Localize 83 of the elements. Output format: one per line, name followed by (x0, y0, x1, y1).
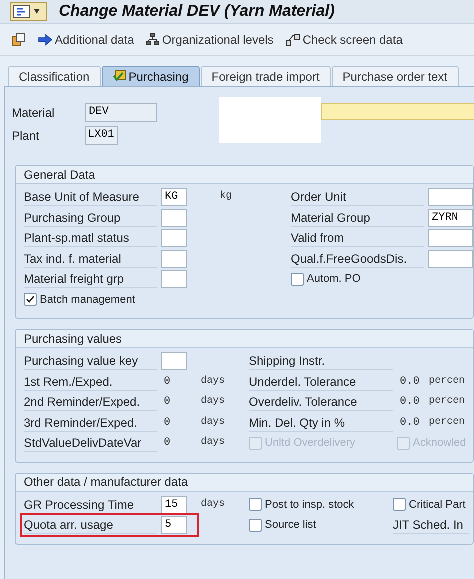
field-label: JIT Sched. In (393, 516, 469, 534)
description-field[interactable] (321, 103, 474, 120)
field-label: 1st Rem./Exped. (24, 372, 157, 391)
unit-text: days (200, 498, 226, 512)
hierarchy-icon (146, 32, 160, 46)
checkbox-label: Batch management (40, 292, 136, 308)
field-label: GR Processing Time (24, 496, 157, 514)
checkbox[interactable] (249, 518, 262, 532)
unit-text: days (200, 394, 226, 410)
input-field[interactable] (428, 229, 473, 248)
field-value: 0 (163, 436, 172, 452)
unit-text: kg (219, 190, 234, 204)
field-label: Min. Del. Qty in % (249, 414, 393, 432)
field-label: 2nd Reminder/Exped. (24, 393, 157, 412)
input-field[interactable] (161, 229, 187, 248)
unit-text: percen (428, 395, 466, 410)
checkbox-label: Post to insp. stock (265, 498, 354, 512)
field-label: Material (12, 104, 56, 122)
field-label: Plant (12, 128, 40, 144)
section-title: Purchasing values (24, 330, 122, 348)
toolbar-button[interactable]: Check screen data (286, 30, 403, 48)
checkbox-label: Critical Part (409, 498, 466, 512)
section-title: General Data (24, 166, 96, 184)
checkmark-icon (26, 295, 35, 304)
menu-button[interactable] (10, 2, 47, 21)
unit-text: percen (428, 416, 466, 430)
field-label: Base Unit of Measure (24, 188, 157, 206)
field-label: Purchasing value key (24, 352, 157, 370)
input-field[interactable]: 15 (161, 496, 187, 514)
field-label: 3rd Reminder/Exped. (24, 414, 157, 432)
input-field[interactable] (428, 188, 473, 206)
input-field[interactable] (428, 250, 473, 268)
checkbox[interactable] (24, 293, 37, 306)
field-label: Plant-sp.matl status (24, 229, 157, 248)
tab[interactable]: Purchase order text (332, 66, 459, 86)
unit-text: days (200, 436, 226, 450)
field-label: StdValueDelivDateVar (24, 434, 157, 452)
field-value: 0 (163, 416, 172, 431)
field-label: Material freight grp (24, 270, 157, 288)
field-value: 0.0 (399, 416, 421, 431)
field-label: Valid from (291, 229, 424, 248)
field-label: Quota arr. usage (24, 516, 157, 534)
tab[interactable]: Purchasing (102, 66, 200, 86)
window-title: Change Material DEV (Yarn Material) (59, 2, 335, 22)
checkbox[interactable] (249, 498, 262, 512)
input-field[interactable] (161, 352, 187, 370)
tab[interactable]: Foreign trade import (200, 66, 331, 86)
tab[interactable]: Classification (8, 66, 101, 86)
field-label: Shipping Instr. (249, 352, 393, 370)
field-label: Material Group (291, 208, 424, 227)
field-label: Underdel. Tolerance (249, 372, 393, 391)
input-field: LX01 (85, 126, 118, 145)
unit-text: days (200, 374, 226, 389)
checkbox[interactable] (291, 272, 304, 286)
toolbar-button[interactable]: Additional data (38, 30, 134, 48)
input-field[interactable]: KG (161, 188, 187, 206)
field-label: Order Unit (291, 188, 424, 206)
field-label: Tax ind. f. material (24, 250, 157, 268)
input-field[interactable] (161, 250, 187, 268)
checkbox[interactable] (393, 498, 406, 512)
input-field[interactable]: ZYRN (428, 208, 473, 227)
input-field[interactable] (161, 270, 187, 288)
input-field[interactable] (161, 208, 187, 227)
field-value: 0.0 (399, 374, 421, 390)
app-icon (13, 4, 31, 18)
field-value: 0 (163, 395, 172, 410)
input-field[interactable]: 5 (161, 516, 187, 534)
field-label: Purchasing Group (24, 208, 157, 227)
network-icon (286, 32, 301, 46)
dropdown-icon (34, 9, 40, 14)
right-arrow-icon (38, 34, 53, 46)
toolbar-button[interactable]: Organizational levels (146, 30, 274, 48)
checkbox-label: Source list (265, 518, 316, 533)
field-label: Qual.f.FreeGoodsDis. (291, 250, 424, 268)
section-title: Other data / manufacturer data (24, 474, 188, 491)
field-value: 0.0 (399, 395, 421, 410)
input-field: DEV (85, 103, 157, 122)
copy-icon[interactable] (12, 32, 26, 46)
field-value: 0 (163, 374, 172, 390)
unit-text: percen (428, 374, 466, 389)
checkbox-label: Autom. PO (307, 272, 361, 287)
field-label: Overdeliv. Tolerance (249, 393, 393, 412)
unit-text: days (200, 416, 226, 430)
